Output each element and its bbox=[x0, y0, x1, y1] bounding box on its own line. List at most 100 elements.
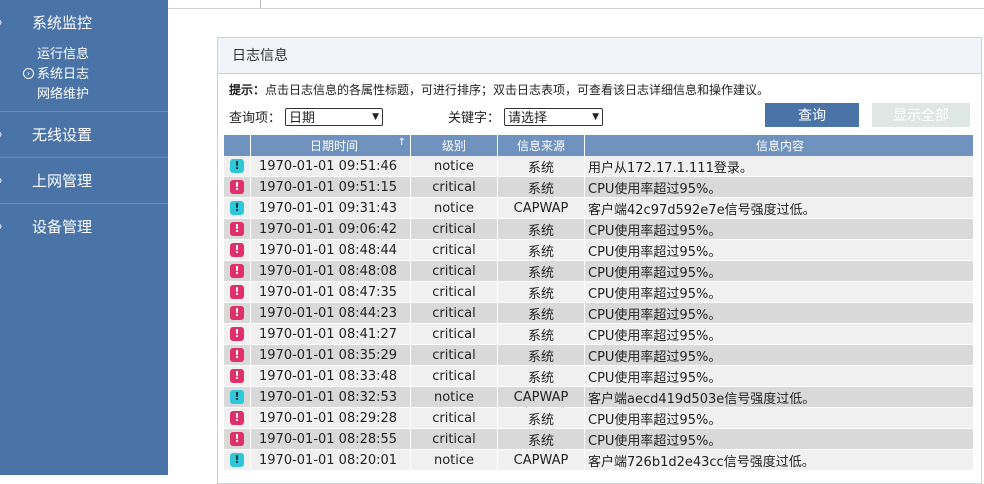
table-row[interactable]: ! 1970-01-01 09:06:42 critical 系统 CPU使用率超过95… bbox=[224, 218, 974, 240]
top-divider bbox=[260, 0, 261, 8]
cell-source: 系统 bbox=[497, 344, 585, 366]
table-row[interactable]: ! 1970-01-01 09:51:15 critical 系统 CPU使用率超过95… bbox=[224, 176, 974, 198]
cell-source: 系统 bbox=[497, 218, 585, 240]
table-row[interactable]: ! 1970-01-01 09:31:43 notice CAPWAP 客户端42c97… bbox=[224, 197, 974, 219]
keyword-value: 请选择 bbox=[508, 111, 548, 126]
cell-message: CPU使用率超过95%。 bbox=[584, 260, 974, 282]
cell-level: notice bbox=[410, 156, 498, 177]
cell-source: CAPWAP bbox=[497, 197, 585, 219]
header-time-label: 日期时间 bbox=[309, 139, 358, 153]
level-icon-cell: ! bbox=[224, 386, 251, 408]
tip-label: 提示： bbox=[229, 83, 266, 97]
query-button[interactable]: 查询 bbox=[765, 103, 859, 127]
cell-time: 1970-01-01 08:20:01 bbox=[250, 449, 411, 471]
cell-message: CPU使用率超过95%。 bbox=[584, 302, 974, 324]
table-row[interactable]: ! 1970-01-01 08:44:23 critical 系统 CPU使用率超过95… bbox=[224, 302, 974, 324]
level-icon-cell: ! bbox=[224, 239, 251, 261]
cell-level: critical bbox=[410, 281, 498, 303]
top-strip bbox=[168, 0, 984, 9]
sidebar-item-internet[interactable]: 〉 上网管理 bbox=[0, 158, 168, 203]
sidebar-group-internet: 〉 上网管理 bbox=[0, 158, 168, 204]
cell-level: critical bbox=[410, 344, 498, 366]
cell-time: 1970-01-01 08:48:44 bbox=[250, 239, 411, 261]
show-all-button[interactable]: 显示全部 bbox=[872, 103, 970, 127]
table-row[interactable]: ! 1970-01-01 08:47:35 critical 系统 CPU使用率超过95… bbox=[224, 281, 974, 303]
chevron-right-circle-icon: › bbox=[23, 68, 34, 79]
cell-time: 1970-01-01 08:28:55 bbox=[250, 428, 411, 450]
table-row[interactable]: ! 1970-01-01 08:35:29 critical 系统 CPU使用率超过95… bbox=[224, 344, 974, 366]
sidebar-group-device: 〉 设备管理 bbox=[0, 204, 168, 249]
cell-time: 1970-01-01 08:29:28 bbox=[250, 407, 411, 429]
critical-icon: ! bbox=[230, 264, 244, 278]
tip-text: 提示：点击日志信息的各属性标题，可进行排序；双击日志表项，可查看该日志详细信息和… bbox=[229, 81, 769, 98]
header-time[interactable]: 日期时间 ↑ bbox=[250, 135, 411, 156]
cell-level: critical bbox=[410, 260, 498, 282]
table-row[interactable]: ! 1970-01-01 08:48:44 critical 系统 CPU使用率超过95… bbox=[224, 239, 974, 261]
level-icon-cell: ! bbox=[224, 176, 251, 198]
keyword-select[interactable]: 请选择 ▼ bbox=[504, 107, 604, 126]
query-field-row: 查询项： 日期 ▼ bbox=[229, 107, 384, 126]
cell-time: 1970-01-01 08:47:35 bbox=[250, 281, 411, 303]
critical-icon: ! bbox=[230, 348, 244, 362]
sidebar-item-wireless[interactable]: 〉 无线设置 bbox=[0, 112, 168, 157]
cell-message: 客户端726b1d2e43cc信号强度过低。 bbox=[584, 449, 974, 471]
sidebar-subitem-run-info[interactable]: 运行信息 bbox=[37, 45, 168, 65]
sidebar-item-label: 上网管理 bbox=[32, 172, 93, 190]
table-row[interactable]: ! 1970-01-01 08:20:01 notice CAPWAP 客户端726b1… bbox=[224, 449, 974, 471]
sidebar-subitem-network-maint[interactable]: 网络维护 bbox=[37, 85, 168, 105]
cell-level: critical bbox=[410, 176, 498, 198]
table-row[interactable]: ! 1970-01-01 08:48:08 critical 系统 CPU使用率超过95… bbox=[224, 260, 974, 282]
header-level[interactable]: 级别 bbox=[410, 135, 498, 156]
sidebar-subitem-label: 系统日志 bbox=[37, 67, 90, 82]
sidebar-subitem-system-log[interactable]: › 系统日志 bbox=[20, 65, 168, 85]
cell-message: 客户端42c97d592e7e信号强度过低。 bbox=[584, 197, 974, 219]
keyword-row: 关键字： 请选择 ▼ bbox=[448, 107, 604, 126]
cell-source: 系统 bbox=[497, 428, 585, 450]
cell-time: 1970-01-01 08:35:29 bbox=[250, 344, 411, 366]
sidebar-item-system-monitor[interactable]: 〉 系统监控 bbox=[0, 0, 168, 45]
sidebar-item-label: 系统监控 bbox=[32, 14, 93, 32]
cell-message: CPU使用率超过95%。 bbox=[584, 281, 974, 303]
header-message[interactable]: 信息内容 bbox=[584, 135, 974, 156]
cell-source: 系统 bbox=[497, 281, 585, 303]
critical-icon: ! bbox=[230, 222, 244, 236]
sidebar: 〉 系统监控 运行信息 › 系统日志 网络维护 〉 无线设置 〉 上网管理 〉 … bbox=[0, 0, 168, 475]
table-header-row: 日期时间 ↑ 级别 信息来源 信息内容 bbox=[224, 135, 974, 156]
cell-time: 1970-01-01 08:48:08 bbox=[250, 260, 411, 282]
cell-message: CPU使用率超过95%。 bbox=[584, 407, 974, 429]
table-row[interactable]: ! 1970-01-01 08:28:55 critical 系统 CPU使用率超过95… bbox=[224, 428, 974, 450]
table-row[interactable]: ! 1970-01-01 08:33:48 critical 系统 CPU使用率超过95… bbox=[224, 365, 974, 387]
cell-time: 1970-01-01 09:06:42 bbox=[250, 218, 411, 240]
notice-icon: ! bbox=[230, 201, 244, 215]
log-panel: 日志信息 提示：点击日志信息的各属性标题，可进行排序；双击日志表项，可查看该日志… bbox=[217, 37, 982, 484]
cell-message: CPU使用率超过95%。 bbox=[584, 365, 974, 387]
query-field-select[interactable]: 日期 ▼ bbox=[285, 107, 384, 126]
table-row[interactable]: ! 1970-01-01 08:41:27 critical 系统 CPU使用率超过95… bbox=[224, 323, 974, 345]
critical-icon: ! bbox=[230, 432, 244, 446]
level-icon-cell: ! bbox=[224, 218, 251, 240]
critical-icon: ! bbox=[230, 369, 244, 383]
log-table-body: ! 1970-01-01 09:51:46 notice 系统 用户从172.17.1.… bbox=[224, 156, 974, 471]
chevron-right-icon: 〉 bbox=[0, 217, 10, 237]
level-icon-cell: ! bbox=[224, 302, 251, 324]
cell-time: 1970-01-01 08:33:48 bbox=[250, 365, 411, 387]
cell-level: critical bbox=[410, 302, 498, 324]
critical-icon: ! bbox=[230, 180, 244, 194]
keyword-label: 关键字： bbox=[448, 111, 501, 126]
sidebar-item-device[interactable]: 〉 设备管理 bbox=[0, 204, 168, 249]
cell-message: 客户端aecd419d503e信号强度过低。 bbox=[584, 386, 974, 408]
cell-level: critical bbox=[410, 323, 498, 345]
chevron-right-icon: 〉 bbox=[0, 13, 10, 33]
notice-icon: ! bbox=[230, 159, 244, 173]
table-row[interactable]: ! 1970-01-01 09:51:46 notice 系统 用户从172.17.1.… bbox=[224, 156, 974, 177]
header-source[interactable]: 信息来源 bbox=[497, 135, 585, 156]
cell-message: CPU使用率超过95%。 bbox=[584, 344, 974, 366]
chevron-right-icon: 〉 bbox=[0, 171, 10, 191]
level-icon-cell: ! bbox=[224, 344, 251, 366]
cell-level: critical bbox=[410, 365, 498, 387]
cell-source: 系统 bbox=[497, 407, 585, 429]
table-row[interactable]: ! 1970-01-01 08:29:28 critical 系统 CPU使用率超过95… bbox=[224, 407, 974, 429]
level-icon-cell: ! bbox=[224, 281, 251, 303]
cell-message: CPU使用率超过95%。 bbox=[584, 428, 974, 450]
table-row[interactable]: ! 1970-01-01 08:32:53 notice CAPWAP 客户端aecd4… bbox=[224, 386, 974, 408]
